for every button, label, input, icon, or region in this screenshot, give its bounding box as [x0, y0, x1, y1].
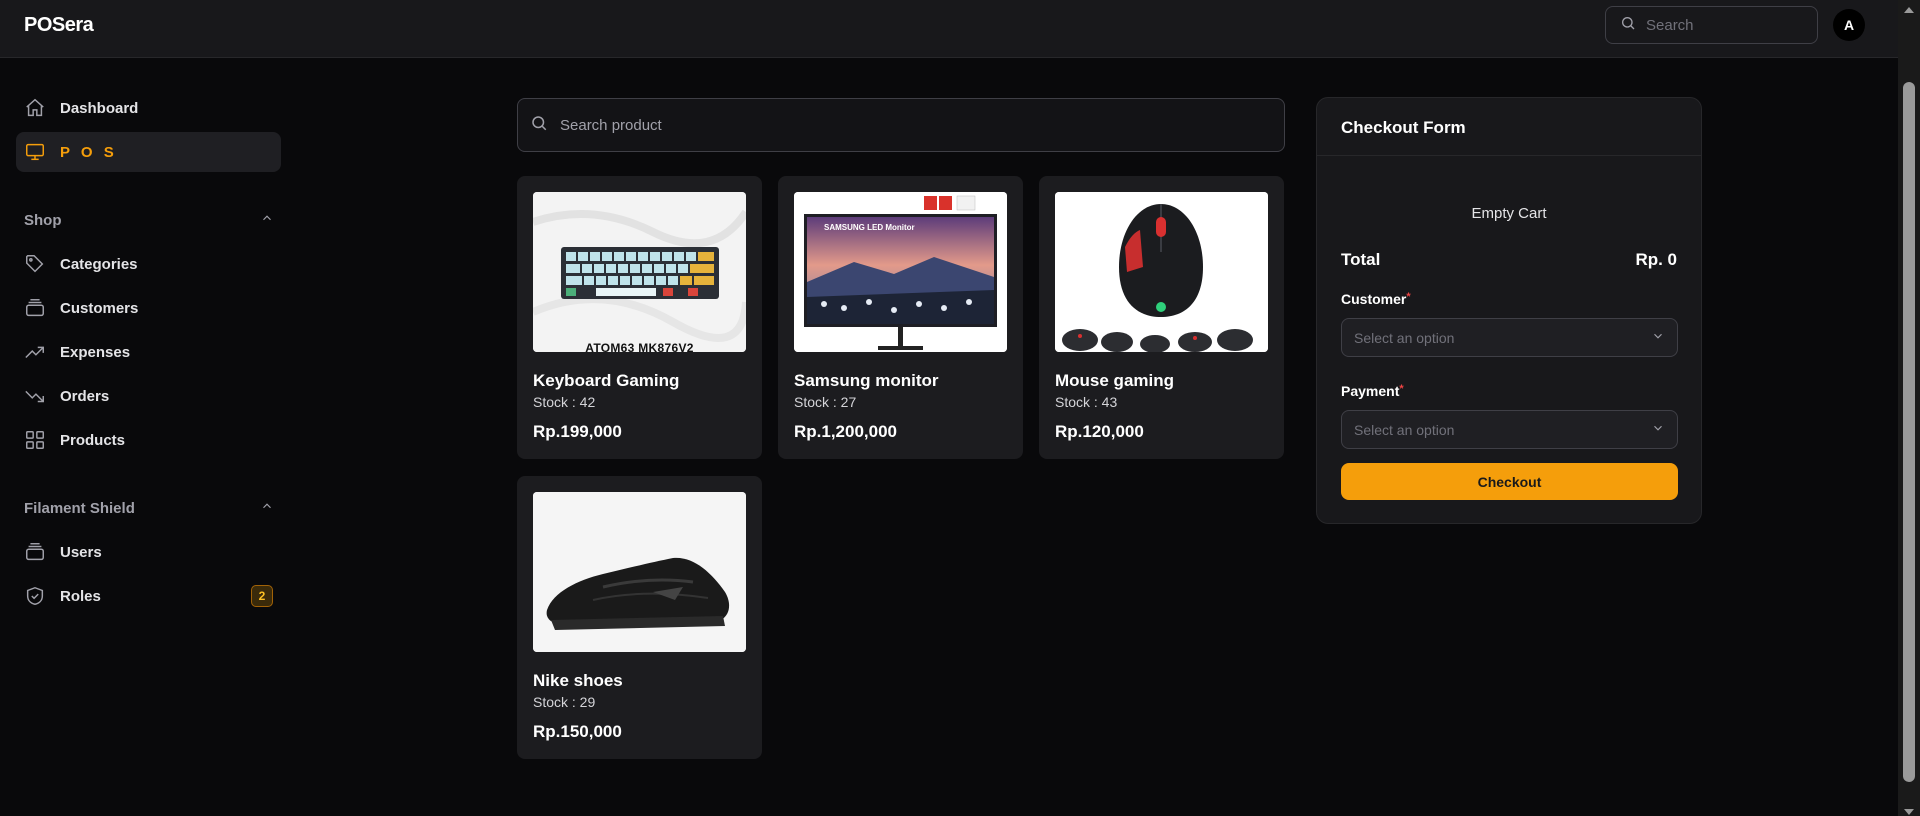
- group-label: Filament Shield: [24, 499, 135, 517]
- sidebar-item-products[interactable]: Products: [16, 420, 281, 460]
- chevron-down-icon: [1651, 421, 1665, 438]
- topbar: POSera A: [0, 0, 1898, 58]
- sidebar-item-label: Categories: [60, 255, 138, 273]
- product-stock: Stock : 29: [533, 694, 596, 710]
- payment-select[interactable]: Select an option: [1341, 410, 1678, 449]
- product-name: Keyboard Gaming: [533, 371, 680, 390]
- sidebar-item-label: P O S: [60, 143, 118, 161]
- customer-select-value: Select an option: [1354, 329, 1455, 346]
- search-icon: [530, 114, 548, 137]
- scroll-thumb[interactable]: [1903, 82, 1915, 782]
- tag-icon: [24, 253, 46, 275]
- product-card-keyboard[interactable]: ATOM63 MK876V2 Keyboard Gaming Stock : 4…: [517, 176, 762, 459]
- total-value: Rp. 0: [1635, 250, 1677, 269]
- sidebar-item-label: Dashboard: [60, 99, 139, 117]
- product-image: [1055, 192, 1268, 352]
- customer-select[interactable]: Select an option: [1341, 318, 1678, 357]
- sidebar-item-categories[interactable]: Categories: [16, 244, 281, 284]
- customer-label: Customer*: [1341, 291, 1411, 307]
- sidebar-item-roles[interactable]: Roles 2: [16, 576, 281, 616]
- sidebar-item-label: Roles: [60, 587, 101, 605]
- product-price: Rp.120,000: [1055, 422, 1144, 441]
- product-stock: Stock : 27: [794, 394, 857, 410]
- required-mark: *: [1399, 383, 1404, 395]
- global-search-input[interactable]: [1646, 16, 1796, 34]
- total-label: Total: [1341, 250, 1381, 269]
- chevron-down-icon: [1651, 329, 1665, 346]
- product-name: Nike shoes: [533, 671, 623, 690]
- sidebar-item-label: Expenses: [60, 343, 131, 361]
- sidebar-item-label: Customers: [60, 299, 139, 317]
- sidebar-item-users[interactable]: Users: [16, 532, 281, 572]
- global-search[interactable]: [1605, 6, 1818, 44]
- sidebar-item-label: Products: [60, 431, 126, 449]
- sidebar-item-dashboard[interactable]: Dashboard: [16, 88, 281, 128]
- checkout-title: Checkout Form: [1341, 118, 1466, 137]
- checkout-button[interactable]: Checkout: [1341, 463, 1678, 500]
- chevron-up-icon: [260, 499, 274, 517]
- product-price: Rp.199,000: [533, 422, 622, 441]
- product-price: Rp.1,200,000: [794, 422, 898, 441]
- product-image: ATOM63 MK876V2: [533, 192, 746, 352]
- search-icon: [1620, 15, 1636, 36]
- product-price: Rp.150,000: [533, 722, 622, 741]
- group-toggle-filament-shield[interactable]: Filament Shield: [24, 496, 274, 520]
- sidebar-item-label: Users: [60, 543, 102, 561]
- sidebar-item-orders[interactable]: Orders: [16, 376, 281, 416]
- product-stock: Stock : 43: [1055, 394, 1118, 410]
- divider: [1317, 155, 1701, 156]
- trending-up-icon: [24, 341, 46, 363]
- checkout-form: Checkout Form Empty Cart Total Rp. 0 Cus…: [1316, 97, 1702, 524]
- page-scrollbar[interactable]: [1898, 0, 1920, 816]
- group-toggle-shop[interactable]: Shop: [24, 208, 274, 232]
- customer-label-text: Customer: [1341, 291, 1407, 307]
- product-search[interactable]: [517, 98, 1285, 152]
- required-mark: *: [1406, 291, 1411, 303]
- product-image: [533, 492, 746, 652]
- chevron-up-icon: [260, 211, 274, 229]
- user-avatar[interactable]: A: [1833, 9, 1865, 41]
- product-image-caption: SAMSUNG LED Monitor: [824, 223, 915, 232]
- scroll-up-arrow-icon[interactable]: [1903, 2, 1915, 13]
- empty-cart-text: Empty Cart: [1471, 205, 1547, 222]
- product-stock: Stock : 42: [533, 394, 596, 410]
- product-card-shoes[interactable]: Nike shoes Stock : 29 Rp.150,000: [517, 476, 762, 759]
- payment-label: Payment*: [1341, 383, 1404, 399]
- home-icon: [24, 97, 46, 119]
- brand-logo[interactable]: POSera: [24, 14, 94, 37]
- sidebar-item-label: Orders: [60, 387, 110, 405]
- grid-icon: [24, 429, 46, 451]
- product-name: Samsung monitor: [794, 371, 939, 390]
- count-badge: 2: [251, 585, 273, 607]
- product-image: SAMSUNG LED Monitor: [794, 192, 1007, 352]
- product-card-mouse[interactable]: Mouse gaming Stock : 43 Rp.120,000: [1039, 176, 1284, 459]
- group-label: Shop: [24, 211, 62, 229]
- product-card-monitor[interactable]: SAMSUNG LED Monitor Samsung monitor Stoc…: [778, 176, 1023, 459]
- product-name: Mouse gaming: [1055, 371, 1175, 390]
- payment-label-text: Payment: [1341, 383, 1400, 399]
- product-image-caption: ATOM63 MK876V2: [585, 341, 694, 352]
- payment-select-value: Select an option: [1354, 421, 1455, 438]
- stack-icon: [24, 297, 46, 319]
- scroll-down-arrow-icon[interactable]: [1903, 804, 1915, 815]
- product-search-input[interactable]: [560, 116, 1240, 134]
- monitor-icon: [24, 141, 46, 163]
- sidebar-item-customers[interactable]: Customers: [16, 288, 281, 328]
- sidebar-item-expenses[interactable]: Expenses: [16, 332, 281, 372]
- sidebar-item-pos[interactable]: P O S: [16, 132, 281, 172]
- trending-down-icon: [24, 385, 46, 407]
- shield-check-icon: [24, 585, 46, 607]
- stack-icon: [24, 541, 46, 563]
